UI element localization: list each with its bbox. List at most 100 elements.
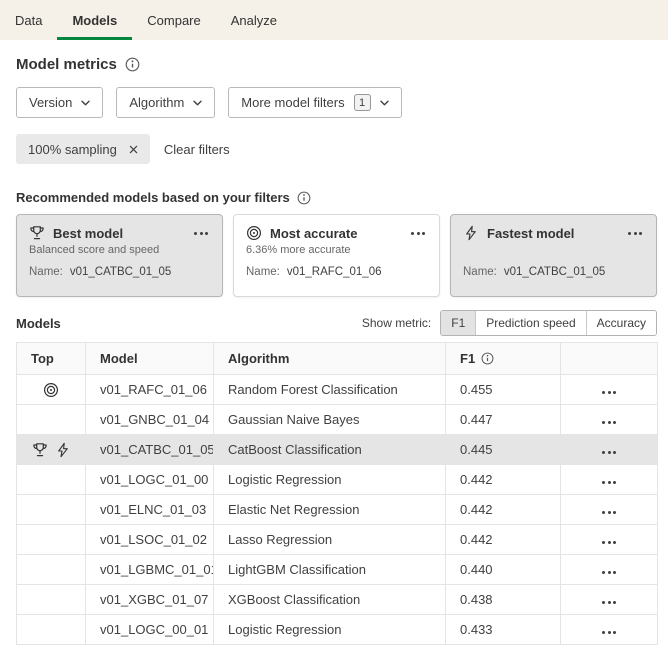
table-row[interactable]: v01_LSOC_01_02 Lasso Regression 0.442 bbox=[17, 525, 658, 555]
f1-cell: 0.455 bbox=[446, 375, 561, 405]
model-name-cell: v01_ELNC_01_03 bbox=[86, 495, 214, 525]
most-accurate-card-name: Name: v01_RAFC_01_06 bbox=[246, 266, 427, 278]
active-filters-row: 100% sampling Clear filters bbox=[16, 134, 657, 164]
row-menu-button[interactable] bbox=[600, 597, 618, 608]
top-tab-bar: Data Models Compare Analyze bbox=[0, 0, 668, 40]
row-menu-button[interactable] bbox=[600, 507, 618, 518]
chevron-down-icon bbox=[81, 100, 90, 106]
more-model-filters-dropdown[interactable]: More model filters 1 bbox=[228, 87, 401, 118]
page-header: Model metrics bbox=[16, 56, 657, 73]
f1-cell: 0.438 bbox=[446, 585, 561, 615]
f1-cell: 0.442 bbox=[446, 525, 561, 555]
model-name-cell: v01_RAFC_01_06 bbox=[86, 375, 214, 405]
f1-cell: 0.440 bbox=[446, 555, 561, 585]
table-row[interactable]: v01_GNBC_01_04 Gaussian Naive Bayes 0.44… bbox=[17, 405, 658, 435]
tab-models[interactable]: Models bbox=[57, 0, 132, 40]
best-model-card-subtitle: Balanced score and speed bbox=[29, 244, 210, 257]
table-row[interactable]: v01_LOGC_01_00 Logistic Regression 0.442 bbox=[17, 465, 658, 495]
most-accurate-card-title: Most accurate bbox=[270, 226, 401, 241]
model-name-cell: v01_LOGC_00_01 bbox=[86, 615, 214, 645]
main-content: Model metrics Version Algorithm More mod… bbox=[0, 40, 668, 645]
model-name-cell: v01_LGBMC_01_01 bbox=[86, 555, 214, 585]
version-filter-label: Version bbox=[29, 95, 72, 110]
row-menu-button[interactable] bbox=[600, 627, 618, 638]
most-accurate-card-subtitle: 6.36% more accurate bbox=[246, 244, 427, 257]
algorithm-cell: Gaussian Naive Bayes bbox=[214, 405, 446, 435]
tab-data[interactable]: Data bbox=[0, 0, 57, 40]
row-menu-button[interactable] bbox=[600, 387, 618, 398]
algorithm-filter-label: Algorithm bbox=[129, 95, 184, 110]
best-model-card-header: Best model bbox=[29, 225, 210, 241]
f1-header-label: F1 bbox=[460, 351, 475, 366]
metric-option-accuracy[interactable]: Accuracy bbox=[586, 311, 656, 335]
page-title: Model metrics bbox=[16, 56, 117, 73]
sampling-filter-chip[interactable]: 100% sampling bbox=[16, 134, 150, 164]
model-name-value: v01_CATBC_01_05 bbox=[504, 266, 605, 278]
most-accurate-card-header: Most accurate bbox=[246, 225, 427, 241]
model-name-value: v01_CATBC_01_05 bbox=[70, 266, 171, 278]
model-name-cell: v01_XGBC_01_07 bbox=[86, 585, 214, 615]
table-row[interactable]: v01_RAFC_01_06 Random Forest Classificat… bbox=[17, 375, 658, 405]
fastest-model-card-title: Fastest model bbox=[487, 226, 618, 241]
row-menu-button[interactable] bbox=[600, 477, 618, 488]
model-name-cell: v01_LOGC_01_00 bbox=[86, 465, 214, 495]
table-row[interactable]: v01_LGBMC_01_01 LightGBM Classification … bbox=[17, 555, 658, 585]
best-model-card-title: Best model bbox=[53, 226, 184, 241]
chevron-down-icon bbox=[380, 100, 389, 106]
target-icon bbox=[246, 225, 262, 241]
metric-option-prediction-speed[interactable]: Prediction speed bbox=[475, 311, 585, 335]
model-name-value: v01_RAFC_01_06 bbox=[287, 266, 382, 278]
algorithm-cell: Random Forest Classification bbox=[214, 375, 446, 405]
row-menu-button[interactable] bbox=[600, 417, 618, 428]
fastest-model-menu-button[interactable] bbox=[626, 228, 644, 239]
best-model-card[interactable]: Best model Balanced score and speed Name… bbox=[16, 214, 223, 297]
model-metrics-info-icon[interactable] bbox=[125, 57, 140, 72]
bolt-icon bbox=[55, 442, 71, 458]
recommended-section-title: Recommended models based on your filters bbox=[16, 190, 290, 205]
models-table: Top Model Algorithm F1 v01_RAFC_01_06 bbox=[16, 342, 658, 645]
table-row[interactable]: v01_ELNC_01_03 Elastic Net Regression 0.… bbox=[17, 495, 658, 525]
fastest-model-card-header: Fastest model bbox=[463, 225, 644, 241]
trophy-icon bbox=[32, 442, 48, 458]
recommended-cards: Best model Balanced score and speed Name… bbox=[16, 214, 657, 297]
row-menu-button[interactable] bbox=[600, 537, 618, 548]
model-name-cell: v01_CATBC_01_05 bbox=[86, 435, 214, 465]
algorithm-cell: Lasso Regression bbox=[214, 525, 446, 555]
most-accurate-card[interactable]: Most accurate 6.36% more accurate Name: v… bbox=[233, 214, 440, 297]
algorithm-filter-dropdown[interactable]: Algorithm bbox=[116, 87, 215, 118]
show-metric-label: Show metric: bbox=[362, 316, 431, 330]
target-icon bbox=[43, 382, 59, 398]
table-row[interactable]: v01_XGBC_01_07 XGBoost Classification 0.… bbox=[17, 585, 658, 615]
more-model-filters-label: More model filters bbox=[241, 95, 344, 110]
best-model-menu-button[interactable] bbox=[192, 228, 210, 239]
table-header-row: Top Model Algorithm F1 bbox=[17, 343, 658, 375]
table-row-selected[interactable]: v01_CATBC_01_05 CatBoost Classification … bbox=[17, 435, 658, 465]
algorithm-cell: CatBoost Classification bbox=[214, 435, 446, 465]
version-filter-dropdown[interactable]: Version bbox=[16, 87, 103, 118]
models-section-header: Models Show metric: F1 Prediction speed … bbox=[16, 310, 657, 336]
column-header-f1: F1 bbox=[446, 343, 561, 375]
column-header-model: Model bbox=[86, 343, 214, 375]
f1-cell: 0.442 bbox=[446, 465, 561, 495]
algorithm-cell: Elastic Net Regression bbox=[214, 495, 446, 525]
row-menu-button[interactable] bbox=[600, 447, 618, 458]
fastest-model-card-name: Name: v01_CATBC_01_05 bbox=[463, 266, 644, 278]
metric-option-f1[interactable]: F1 bbox=[441, 311, 475, 335]
f1-info-icon[interactable] bbox=[481, 352, 494, 365]
tab-analyze[interactable]: Analyze bbox=[216, 0, 292, 40]
tab-compare[interactable]: Compare bbox=[132, 0, 215, 40]
name-label: Name: bbox=[246, 266, 280, 278]
most-accurate-menu-button[interactable] bbox=[409, 228, 427, 239]
close-icon[interactable] bbox=[127, 143, 140, 156]
recommended-section-header: Recommended models based on your filters bbox=[16, 190, 657, 205]
clear-filters-button[interactable]: Clear filters bbox=[164, 142, 230, 157]
row-menu-button[interactable] bbox=[600, 567, 618, 578]
recommended-info-icon[interactable] bbox=[297, 191, 311, 205]
fastest-model-card[interactable]: Fastest model Name: v01_CATBC_01_05 bbox=[450, 214, 657, 297]
column-header-top: Top bbox=[17, 343, 86, 375]
table-row[interactable]: v01_LOGC_00_01 Logistic Regression 0.433 bbox=[17, 615, 658, 645]
name-label: Name: bbox=[463, 266, 497, 278]
model-name-cell: v01_GNBC_01_04 bbox=[86, 405, 214, 435]
bolt-icon bbox=[463, 225, 479, 241]
model-name-cell: v01_LSOC_01_02 bbox=[86, 525, 214, 555]
